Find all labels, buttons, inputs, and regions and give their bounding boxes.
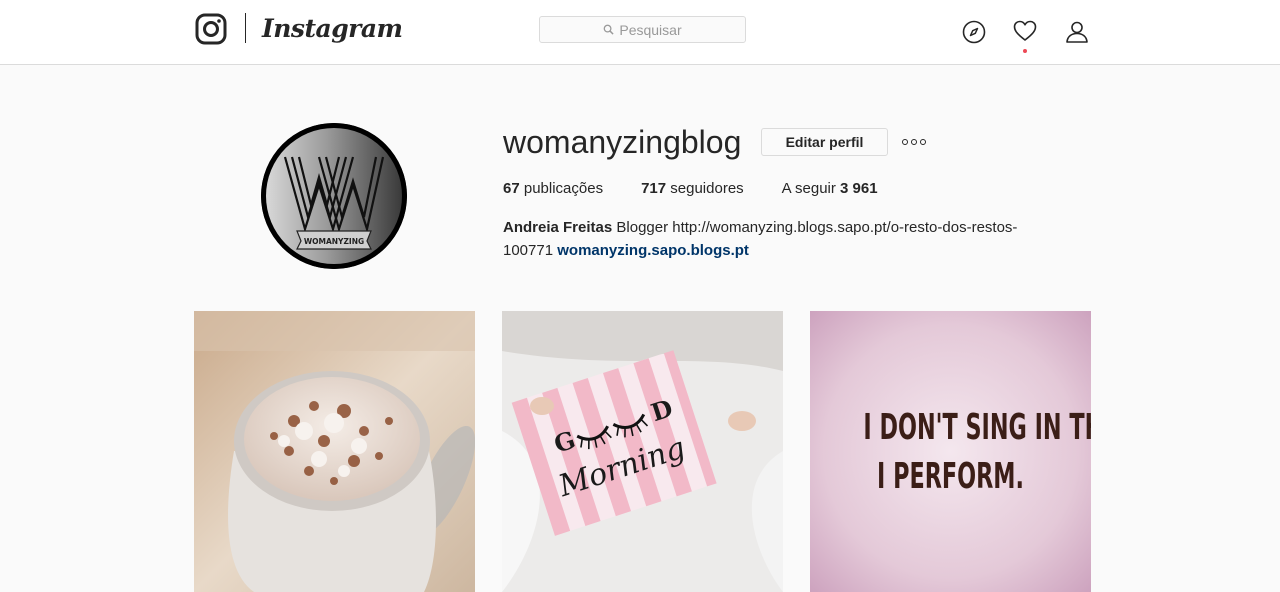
more-options-icon[interactable] [900, 134, 928, 150]
profile-username: womanyzingblog [503, 124, 742, 160]
posts-count: 67 [503, 180, 520, 197]
followers-count: 717 [641, 180, 667, 197]
profile-stats: 67 publicações 717 seguidores A seguir 3… [503, 179, 916, 199]
quote-line-1: I DON'T SING IN THE CAR. [863, 407, 1091, 448]
quote-image [810, 311, 1091, 592]
compass-icon[interactable] [961, 19, 987, 45]
avatar[interactable]: WOMANYZING [261, 123, 407, 269]
heart-icon[interactable] [1012, 18, 1038, 44]
post-thumbnail[interactable] [194, 311, 475, 592]
user-icon[interactable] [1064, 19, 1090, 45]
notification-dot [1023, 49, 1027, 53]
top-nav: Instagram Pesquisar [0, 0, 1280, 65]
quote-line-2: I PERFORM. [877, 456, 1024, 497]
womanyzing-logo-icon: WOMANYZING [261, 123, 407, 269]
stat-posts: 67 publicações [503, 179, 603, 199]
search-icon [604, 24, 614, 35]
more-dot [911, 139, 917, 145]
more-dot [902, 139, 908, 145]
instagram-wordmark[interactable]: Instagram [262, 12, 403, 46]
search-input[interactable]: Pesquisar [539, 16, 746, 43]
post-thumbnail[interactable]: G D Morning [502, 311, 783, 592]
good-morning-pillow-photo: G D Morning [502, 311, 783, 592]
logo-divider [245, 13, 246, 43]
bio-full-name: Andreia Freitas [503, 219, 613, 236]
posts-label: publicações [523, 180, 604, 197]
avatar-logo-text: WOMANYZING [304, 237, 364, 246]
stat-followers[interactable]: 717 seguidores [641, 179, 744, 199]
following-count: 3 961 [840, 180, 878, 197]
hot-chocolate-photo [194, 311, 475, 592]
search-placeholder: Pesquisar [619, 21, 682, 38]
stat-following[interactable]: A seguir 3 961 [782, 179, 878, 199]
post-thumbnail[interactable]: I DON'T SING IN THE CAR. I PERFORM. [810, 311, 1091, 592]
instagram-glyph-icon[interactable] [195, 13, 227, 45]
more-dot [920, 139, 926, 145]
edit-profile-button[interactable]: Editar perfil [761, 128, 888, 156]
bio-website-link[interactable]: womanyzing.sapo.blogs.pt [557, 242, 749, 259]
followers-label: seguidores [670, 180, 744, 197]
following-label: A seguir [781, 180, 836, 197]
profile-bio: Andreia Freitas Blogger http://womanyzin… [503, 216, 1063, 262]
